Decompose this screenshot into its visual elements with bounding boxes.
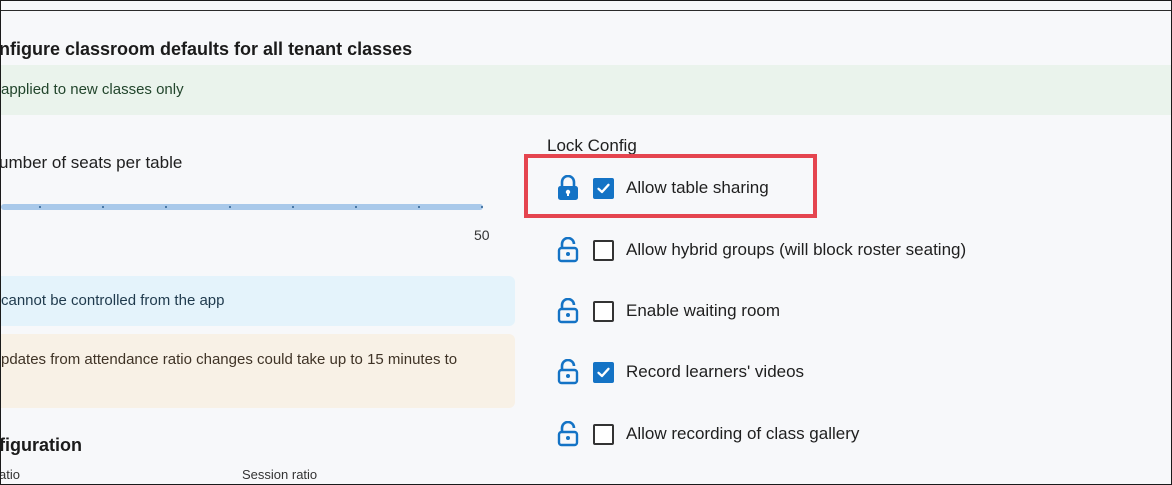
option-label[interactable]: Record learners' videos	[626, 362, 804, 382]
app-control-notice: cannot be controlled from the app	[1, 276, 515, 326]
slider-tick	[418, 206, 420, 208]
option-checkbox[interactable]	[593, 424, 614, 445]
lock-open-icon[interactable]	[556, 358, 580, 385]
session-ratio-column-label: Session ratio	[242, 467, 318, 482]
option-checkbox[interactable]	[593, 240, 614, 261]
lock-open-icon[interactable]	[556, 236, 580, 263]
top-divider	[1, 10, 1171, 11]
seats-per-table-label: umber of seats per table	[0, 153, 183, 172]
lock-config-option[interactable]: Allow recording of class gallery	[556, 419, 1116, 449]
option-checkbox[interactable]	[593, 301, 614, 322]
slider-tick	[481, 206, 483, 208]
slider-tick	[229, 206, 231, 208]
app-control-notice-text: cannot be controlled from the app	[1, 292, 225, 309]
attendance-ratio-notice-text: pdates from attendance ratio changes cou…	[1, 351, 458, 368]
highlight-box	[524, 154, 817, 218]
new-classes-notice: applied to new classes only	[1, 65, 1171, 115]
option-checkbox[interactable]	[593, 362, 614, 383]
configuration-heading: figuration	[0, 435, 82, 455]
slider-max-label: 50	[474, 227, 490, 243]
ratio-column-label: atio	[0, 467, 20, 482]
lock-config-option[interactable]: Record learners' videos	[556, 357, 1116, 387]
slider-tick	[102, 206, 104, 208]
option-label[interactable]: Allow recording of class gallery	[626, 424, 859, 444]
lock-config-option[interactable]: Enable waiting room	[556, 296, 1116, 326]
slider-tick	[39, 206, 41, 208]
lock-config-label: Lock Config	[547, 136, 637, 155]
slider-tick	[355, 206, 357, 208]
lock-open-icon[interactable]	[556, 420, 580, 447]
slider-tick	[292, 206, 294, 208]
slider-tick	[165, 206, 167, 208]
lock-open-icon[interactable]	[556, 297, 580, 324]
seats-slider-track[interactable]	[1, 204, 483, 210]
option-label[interactable]: Allow hybrid groups (will block roster s…	[626, 240, 966, 260]
lock-config-option[interactable]: Allow hybrid groups (will block roster s…	[556, 235, 1116, 265]
new-classes-notice-text: applied to new classes only	[1, 81, 184, 98]
option-label[interactable]: Enable waiting room	[626, 301, 780, 321]
page-title: nfigure classroom defaults for all tenan…	[0, 39, 413, 59]
attendance-ratio-notice: pdates from attendance ratio changes cou…	[1, 334, 515, 408]
